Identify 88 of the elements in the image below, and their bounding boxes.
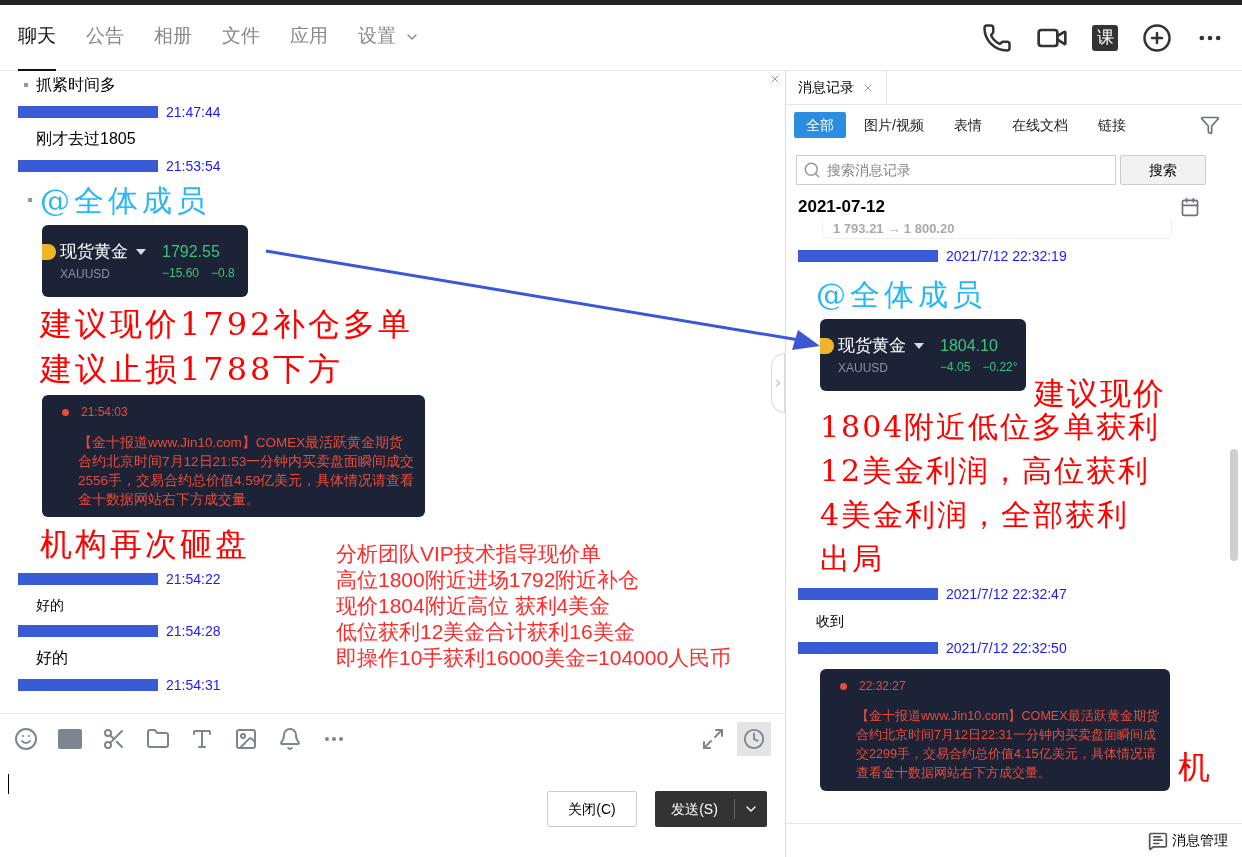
quote-name: 现货黄金	[60, 241, 128, 264]
plus-circle-icon[interactable]	[1142, 22, 1172, 53]
tab[interactable]: 应用	[290, 4, 328, 71]
caret-icon	[914, 343, 924, 349]
filter-tab[interactable]: 在线文档	[999, 112, 1080, 138]
annotation-text: 机构再次砸盘	[40, 523, 250, 565]
news-time: 22:32:27	[859, 678, 906, 695]
filter-tab[interactable]: 全部	[794, 112, 846, 138]
message-icon	[1148, 830, 1168, 851]
scrollbar-thumb[interactable]	[1230, 449, 1238, 561]
annotation-text: 建议现价	[1034, 374, 1166, 412]
quote-symbol: XAUUSD	[60, 265, 111, 283]
message-time: 21:54:22	[166, 570, 221, 588]
annotation-text: 4美金利润，全部获利	[820, 496, 1131, 534]
price-range: 1 793.21 → 1 800.20	[833, 219, 955, 238]
image-icon[interactable]	[234, 727, 258, 751]
annotation-text: 建议现价1792补仓多单	[40, 303, 414, 345]
coin-icon	[42, 244, 56, 260]
message-time: 21:54:28	[166, 622, 221, 640]
caret-icon	[136, 249, 146, 255]
class-button[interactable]: 课	[1092, 24, 1118, 51]
folder-icon[interactable]	[146, 727, 170, 751]
message-manager-button[interactable]: 消息管理	[1172, 830, 1228, 851]
collapse-handle[interactable]	[771, 353, 785, 413]
quote-name: 现货黄金	[838, 335, 906, 358]
annotation-text: 高位1800附近进场1792附近补仓	[336, 567, 641, 593]
quote-percent: −0.22°	[982, 359, 1018, 376]
annotation-text: 机	[1178, 747, 1210, 788]
quote-symbol: XAUUSD	[838, 359, 889, 377]
annotation-text: 分析团队VIP技术指导现价单	[336, 541, 602, 567]
message-time: 21:47:44	[166, 103, 221, 121]
text-icon[interactable]	[190, 727, 214, 751]
news-text: 【金十报道www.Jin10.com】COMEX最活跃黄金期货合约北京时间7月12日22:31一分钟内买卖盘面瞬间成交2299手，交易合约总价值4.15亿美元，具体情况请查看金十数据网站右下方成交量。	[855, 708, 1160, 782]
message-text: 刚才去过1805	[36, 129, 136, 149]
date-heading: 2021-07-12	[798, 196, 885, 219]
bullet-icon	[28, 198, 32, 202]
annotation-text: 出局	[820, 540, 885, 578]
bullet-icon	[24, 83, 28, 87]
message-time: 2021/7/12 22:32:47	[946, 585, 1067, 603]
annotation-text: 12美金利润，高位获利	[820, 452, 1152, 490]
search-button[interactable]: 搜索	[1120, 155, 1206, 185]
tab[interactable]: 相册	[154, 4, 192, 71]
message-text: 好的	[36, 648, 68, 668]
quote-change: −4.05	[940, 359, 971, 376]
news-text: 【金十报道www.Jin10.com】COMEX最活跃黄金期货合约北京时间7月12日21:53一分钟内买卖盘面瞬间成交2556手，交易合约总价值4.59亿美元，具体情况请查看金十数据网站右下方成交量。	[77, 434, 416, 509]
expand-icon[interactable]	[701, 727, 725, 751]
tab[interactable]: 公告	[86, 4, 124, 71]
annotation-text: 1804附近低位多单获利	[820, 409, 1162, 446]
tab[interactable]: 设置	[358, 4, 420, 71]
message-time: 2021/7/12 22:32:50	[946, 639, 1067, 657]
annotation-text: 建议止损1788下方	[40, 348, 344, 390]
coin-icon	[820, 338, 834, 354]
message-text: 好的	[36, 595, 64, 615]
annotation-text: 即操作10手获利16000美金=104000人民币	[336, 645, 732, 671]
message-time: 2021/7/12 22:32:19	[946, 247, 1067, 265]
phone-icon[interactable]	[982, 22, 1012, 53]
annotation-text: 现价1804附近高位 获利4美金	[336, 593, 612, 619]
quote-change: −15.60	[162, 265, 200, 282]
panel-tab[interactable]: 消息记录	[786, 71, 887, 104]
smiley-icon[interactable]	[14, 727, 38, 751]
quote-price: 1792.55	[162, 242, 221, 262]
filter-tab[interactable]: 链接	[1085, 112, 1138, 138]
mention-text: @全体成员	[40, 181, 210, 220]
message-text: 收到	[816, 611, 844, 631]
clock-icon	[743, 728, 765, 750]
message-text: 抓紧时间多	[36, 75, 116, 95]
text-cursor	[8, 774, 9, 794]
close-button[interactable]: 关闭(C)	[547, 791, 637, 827]
tab[interactable]: 聊天	[18, 4, 56, 71]
quote-price: 1804.10	[940, 336, 999, 356]
news-time: 21:54:03	[81, 404, 128, 421]
scissors-icon[interactable]	[102, 727, 126, 751]
quote-percent: −0.8	[211, 265, 235, 282]
annotation-text: 低位获利12美金合计获利16美金	[336, 619, 636, 645]
tab[interactable]: 文件	[222, 4, 260, 71]
search-field[interactable]: 搜索消息记录	[796, 155, 1116, 185]
bell-icon[interactable]	[278, 727, 302, 751]
filter-tab[interactable]: 图片/视频	[852, 112, 936, 138]
close-icon[interactable]	[769, 73, 781, 85]
search-icon	[803, 161, 821, 179]
filter-icon[interactable]	[1200, 115, 1220, 135]
message-time: 21:54:31	[166, 676, 221, 694]
send-button[interactable]: 发送(S)	[655, 791, 767, 827]
message-time: 21:53:54	[166, 157, 221, 175]
filter-tab[interactable]: 表情	[941, 112, 994, 138]
calendar-icon[interactable]	[1180, 197, 1200, 217]
mention-text: @全体成员	[816, 275, 986, 314]
history-button[interactable]	[737, 722, 771, 756]
